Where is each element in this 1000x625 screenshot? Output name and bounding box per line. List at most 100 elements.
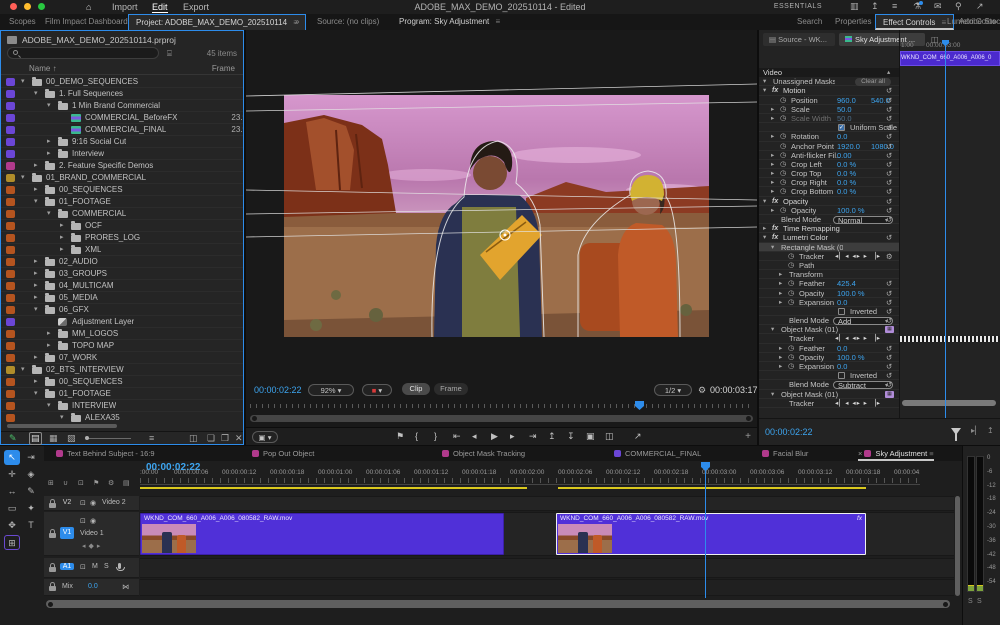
effect-row-video[interactable]: Video▴ <box>759 68 899 77</box>
property-value[interactable]: 0.0 <box>837 362 847 371</box>
reset-icon[interactable]: ↺ <box>886 298 892 307</box>
stopwatch-icon[interactable]: ◷ <box>788 261 794 270</box>
effect-row-tracker[interactable]: Tracker◂▏◂ ◂▸ ▸ ▕▸ <box>759 334 899 343</box>
export-frame-icon[interactable]: ▣ <box>586 431 595 442</box>
tree-item[interactable]: ▾01_BRAND_COMMERCIAL <box>1 172 243 184</box>
effect-row-crop-right[interactable]: ▸◷Crop Right0.0 %↺ <box>759 178 899 187</box>
effect-row-inverted[interactable]: Inverted↺ <box>759 307 899 316</box>
tree-item[interactable]: ▾00_DEMO_SEQUENCES <box>1 76 243 88</box>
reset-icon[interactable]: ↺ <box>886 197 892 206</box>
twirl-icon[interactable]: ▾ <box>21 172 29 184</box>
label-color-chip[interactable] <box>6 162 15 170</box>
track-mix-lane[interactable] <box>140 579 954 596</box>
tree-item[interactable]: ▾02_BTS_INTERVIEW <box>1 364 243 376</box>
twirl-icon[interactable]: ▸ <box>34 352 42 364</box>
twirl-icon[interactable]: ▾ <box>771 325 774 334</box>
reset-icon[interactable]: ↺ <box>886 362 892 371</box>
twirl-icon[interactable]: ▸ <box>779 362 782 371</box>
stopwatch-icon[interactable]: ◷ <box>788 344 794 353</box>
effects-timecode[interactable]: 00:00:02:22 <box>765 427 813 437</box>
twirl-icon[interactable]: ▾ <box>47 208 55 220</box>
property-value[interactable]: 50.0 <box>837 105 852 114</box>
label-color-chip[interactable] <box>6 258 15 266</box>
search-icon[interactable]: ⚲ <box>955 1 962 12</box>
tree-item[interactable]: ▾1 Min Brand Commercial <box>1 100 243 112</box>
tab-project-adobe-max-demo-2025101[interactable]: Project: ADOBE_MAX_DEMO_202510114 ≡ <box>128 14 306 30</box>
reset-icon[interactable]: ↺ <box>886 215 892 224</box>
label-color-chip[interactable] <box>6 222 15 230</box>
monitor-scrollbar[interactable] <box>250 415 753 422</box>
effect-row-blend-mode[interactable]: Blend ModeAdd▾↺ <box>759 316 899 325</box>
property-value[interactable]: 0.0 % <box>837 169 856 178</box>
label-color-chip[interactable] <box>6 186 15 194</box>
label-color-chip[interactable] <box>6 282 15 290</box>
tree-item[interactable]: ▸03_GROUPS <box>1 268 243 280</box>
icon-view-icon[interactable]: ▦ <box>49 433 58 444</box>
property-value[interactable]: 100.0 % <box>837 353 865 362</box>
column-frame[interactable]: Frame <box>212 64 235 73</box>
stopwatch-icon[interactable]: ◷ <box>788 298 794 307</box>
stopwatch-icon[interactable]: ◷ <box>788 353 794 362</box>
reset-icon[interactable]: ↺ <box>886 206 892 215</box>
effect-row-opacity[interactable]: ▸◷Opacity100.0 %↺ <box>759 206 899 215</box>
tree-item[interactable]: ▸2. Feature Specific Demos <box>1 160 243 172</box>
effect-row-scale-width[interactable]: ▸◷Scale Width50.0↺ <box>759 114 899 123</box>
effect-row-path[interactable]: ◷Path <box>759 261 899 270</box>
effect-row-opacity[interactable]: ▸◷Opacity100.0 %↺ <box>759 353 899 362</box>
effect-row-tracker[interactable]: ◷Tracker◂▏◂ ◂▸ ▸ ▕▸⚙ <box>759 252 899 261</box>
pen-tool[interactable]: ✎ <box>23 484 39 499</box>
stopwatch-icon[interactable]: ◷ <box>780 142 786 151</box>
monitor-timecode[interactable]: 00:00:02:22 <box>254 385 302 395</box>
twirl-icon[interactable]: ▸ <box>771 151 774 160</box>
twirl-icon[interactable]: ▸ <box>771 114 774 123</box>
twirl-icon[interactable]: ▸ <box>47 340 55 352</box>
tab-menu-icon[interactable]: ≡ <box>927 449 933 458</box>
proxy-toggle-select[interactable]: ■ ▾ <box>362 384 392 396</box>
effect-row-object-mask-01-[interactable]: ▾Object Mask (01)▦ <box>759 390 899 399</box>
reset-icon[interactable]: ↺ <box>886 160 892 169</box>
twirl-icon[interactable]: ▸ <box>47 328 55 340</box>
reset-icon[interactable]: ↺ <box>886 105 892 114</box>
track-a1-header[interactable]: A1 ⊡ M S <box>44 558 139 578</box>
stopwatch-icon[interactable]: ◷ <box>780 96 786 105</box>
property-value[interactable]: 0.0 <box>837 344 847 353</box>
program-video-frame[interactable] <box>246 30 757 382</box>
tree-item[interactable]: ▾06_GFX <box>1 304 243 316</box>
solo-left-button[interactable]: S <box>968 598 973 605</box>
razor-tool[interactable]: ◈ <box>23 467 39 482</box>
stopwatch-icon[interactable]: ◷ <box>780 169 786 178</box>
tab-search[interactable]: Search <box>790 14 829 30</box>
twirl-icon[interactable]: ▸ <box>60 244 68 256</box>
mini-tl-keyframes[interactable] <box>900 336 1000 342</box>
property-value[interactable]: 100.0 % <box>837 289 865 298</box>
label-color-chip[interactable] <box>6 246 15 254</box>
monitor-mini-ruler[interactable] <box>250 404 753 408</box>
safe-margins-button[interactable]: ▣ ▾ <box>252 431 278 443</box>
export-icon[interactable]: ↗ <box>634 431 642 442</box>
property-value[interactable]: 960.0 <box>837 96 856 105</box>
mark-out-icon[interactable]: } <box>434 431 437 441</box>
mix-level-value[interactable]: 0.0 <box>88 583 98 590</box>
twirl-icon[interactable]: ▸ <box>771 178 774 187</box>
tree-item[interactable]: ▸00_SEQUENCES <box>1 184 243 196</box>
tab-program-sky-adjustment[interactable]: Program: Sky Adjustment ≡ <box>392 14 507 30</box>
clear-all-button[interactable]: Clear all <box>855 78 891 86</box>
playhead-line[interactable] <box>705 462 706 598</box>
label-color-chip[interactable] <box>6 378 15 386</box>
twirl-icon[interactable]: ▾ <box>763 77 766 86</box>
property-value[interactable]: 0.0 % <box>837 160 856 169</box>
lock-icon[interactable] <box>49 567 56 572</box>
effect-row-transform[interactable]: ▸Transform <box>759 270 899 279</box>
solo-right-button[interactable]: S <box>977 598 982 605</box>
tab-source-no-clips-[interactable]: Source: (no clips) <box>310 14 386 30</box>
reset-icon[interactable]: ↺ <box>886 380 892 389</box>
twirl-icon[interactable]: ▸ <box>60 220 68 232</box>
twirl-icon[interactable]: ▸ <box>34 160 42 172</box>
tree-item[interactable]: ▾INTERVIEW <box>1 400 243 412</box>
tab-film-impact-dashboard[interactable]: Film Impact Dashboard <box>38 14 135 30</box>
rectangle-tool[interactable]: ▭ <box>4 501 20 516</box>
stopwatch-icon[interactable]: ◷ <box>780 178 786 187</box>
quick-export-icon[interactable]: ↥ <box>871 1 879 12</box>
compare-view-icon[interactable]: ◫ <box>605 431 614 442</box>
timeline-clip[interactable]: WKND_COM_660_A006_A006_080582_RAW.mov <box>140 513 504 555</box>
